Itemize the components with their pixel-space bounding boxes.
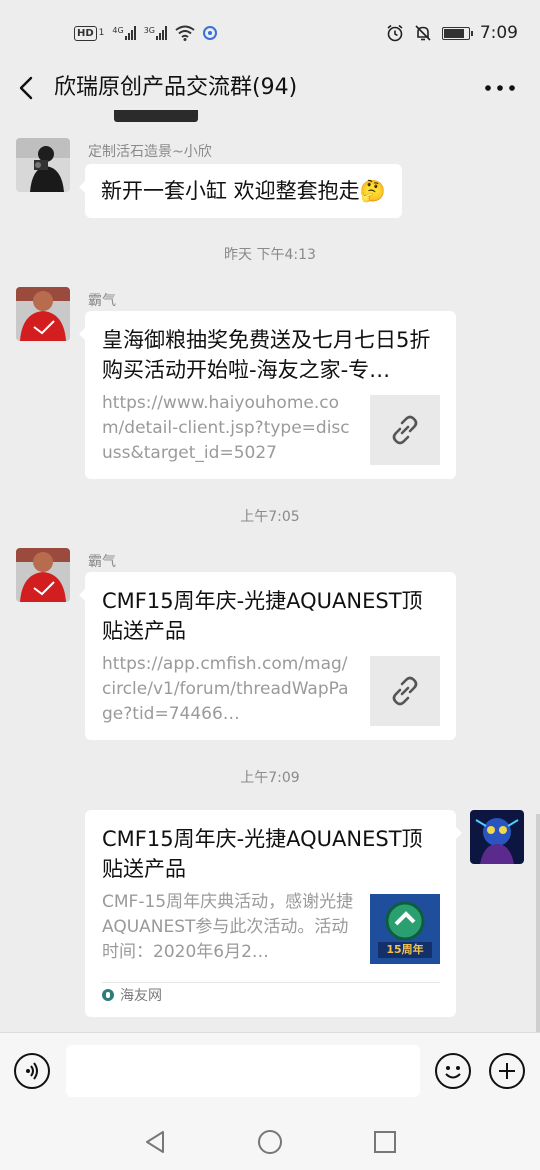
my-avatar[interactable] — [470, 810, 524, 864]
status-right-group: 7:09 — [386, 22, 518, 44]
shared-article-card[interactable]: CMF15周年庆-光捷AQUANEST顶贴送产品 CMF-15周年庆典活动，感谢… — [85, 810, 462, 1017]
more-options-icon[interactable] — [482, 78, 518, 98]
wifi-icon — [175, 25, 195, 41]
avatar-photographer-image — [16, 138, 70, 192]
sender-name: 霸气 — [88, 554, 116, 570]
input-bar — [0, 1032, 540, 1112]
voice-icon — [26, 1062, 38, 1080]
source-name: 海友网 — [120, 988, 162, 1004]
timestamp: 昨天 下午4:13 — [224, 247, 316, 263]
link-card-url: https://www.haiyouhome.com/detail-client… — [102, 393, 350, 463]
text-message-bubble[interactable]: 新开一套小缸 欢迎整套抱走🤔 — [79, 164, 402, 218]
nav-recents-icon[interactable] — [371, 1128, 399, 1156]
sim-slot-label: 1 — [98, 28, 105, 38]
chat-message-list[interactable]: 定制活石造景~小欣 新开一套小缸 欢迎整套抱走🤔 昨天 下午4:13 霸气 皇海… — [0, 110, 540, 1032]
signal-3g-icon: 3G — [144, 26, 167, 40]
emoji-icon — [445, 1066, 461, 1079]
source-app-icon — [102, 989, 114, 1001]
back-arrow-icon[interactable] — [14, 74, 42, 102]
article-thumbnail: 15周年 — [370, 894, 440, 964]
battery-icon — [441, 26, 473, 40]
link-card-message[interactable]: CMF15周年庆-光捷AQUANEST顶贴送产品 https://app.cmf… — [79, 572, 456, 740]
mute-bell-icon — [415, 25, 431, 41]
timestamp: 上午7:05 — [240, 509, 300, 525]
avatar-red-shirt-image — [16, 287, 70, 341]
scrollbar[interactable] — [536, 814, 540, 1032]
link-card-title: 皇海御粮抽奖免费送及七月七日5折购买活动开始啦-海友之家-专… — [102, 328, 431, 382]
sender-name: 霸气 — [88, 293, 116, 309]
status-time: 7:09 — [479, 23, 518, 43]
link-card-title: CMF15周年庆-光捷AQUANEST顶贴送产品 — [102, 589, 423, 643]
sender-name: 定制活石造景~小欣 — [88, 144, 212, 160]
status-bar: HD 1 4G 3G 7:09 — [0, 0, 540, 66]
previous-image-message[interactable] — [114, 110, 198, 122]
avatar[interactable] — [16, 138, 70, 192]
hd-voice-badge: HD — [74, 25, 97, 41]
article-source: 海友网 — [102, 985, 162, 1005]
link-thumbnail — [370, 656, 440, 726]
avatar-blue-image — [470, 810, 524, 864]
status-left-group: HD 1 4G 3G — [74, 22, 217, 44]
article-description: CMF-15周年庆典活动，感谢光捷AQUANEST参与此次活动。活动时间：202… — [102, 892, 354, 962]
message-input[interactable] — [66, 1045, 420, 1097]
link-card-message[interactable]: 皇海御粮抽奖免费送及七月七日5折购买活动开始啦-海友之家-专… https://… — [79, 311, 456, 479]
alarm-icon — [387, 24, 403, 42]
thumbnail-caption: 15周年 — [386, 943, 424, 956]
nav-back-icon[interactable] — [141, 1128, 169, 1156]
network-type-label-2: 3G — [143, 26, 155, 35]
nav-home-icon[interactable] — [256, 1128, 284, 1156]
avatar[interactable] — [16, 548, 70, 602]
network-type-label: 4G — [112, 26, 124, 35]
link-card-url: https://app.cmfish.com/mag/circle/v1/for… — [102, 654, 349, 724]
avatar-red-shirt-image — [16, 548, 70, 602]
link-icon — [392, 415, 418, 445]
link-icon — [392, 676, 418, 706]
group-chat-title: 欣瑞原创产品交流群(94) — [54, 75, 298, 100]
chat-header: 欣瑞原创产品交流群(94) — [0, 66, 540, 110]
plus-icon — [499, 1063, 515, 1079]
more-actions-button[interactable] — [489, 1053, 525, 1089]
avatar[interactable] — [16, 287, 70, 341]
signal-4g-icon: 4G — [112, 26, 136, 40]
link-thumbnail — [370, 395, 440, 465]
card-divider — [102, 982, 440, 983]
system-navigation-bar — [0, 1112, 540, 1170]
article-title: CMF15周年庆-光捷AQUANEST顶贴送产品 — [102, 827, 423, 881]
voice-input-button[interactable] — [14, 1053, 50, 1089]
emoji-button[interactable] — [435, 1053, 471, 1089]
timestamp: 上午7:09 — [240, 770, 300, 786]
app-notification-icon — [203, 26, 217, 40]
